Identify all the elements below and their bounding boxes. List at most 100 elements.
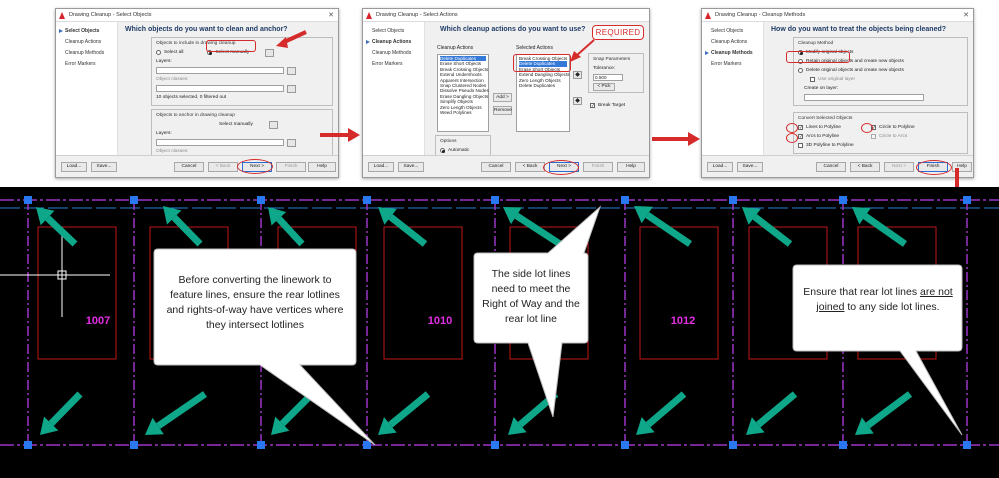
move-up-icon[interactable]: ◆ [573, 71, 582, 79]
callout-shapes [153, 205, 963, 446]
convert-group-label: Convert Selected Objects [798, 116, 853, 121]
dialog-cleanup-methods: Drawing Cleanup - Cleanup Methods ✕ Sele… [701, 8, 974, 178]
select-objects-icon[interactable] [265, 48, 275, 57]
close-icon[interactable]: ✕ [328, 11, 334, 19]
load-button[interactable]: Load... [368, 162, 394, 172]
anchor-layers-field[interactable] [156, 139, 284, 146]
autocad-logo-icon [59, 11, 66, 19]
nav-item-cleanup-actions[interactable]: Cleanup Actions [363, 37, 424, 48]
nav-item-cleanup-methods[interactable]: Cleanup Methods [363, 48, 424, 59]
select-all-radio[interactable] [156, 50, 161, 55]
list-item[interactable]: Extend Dangling Objects [519, 72, 570, 77]
highlight-modify-original [786, 51, 850, 63]
red-arrow-icon [652, 132, 700, 146]
cancel-button[interactable]: Cancel [816, 162, 846, 172]
add-button[interactable]: Add > [493, 93, 512, 102]
nav-item-error-markers[interactable]: Error Markers [702, 59, 763, 70]
delete-original-radio[interactable] [798, 68, 803, 73]
finish-button[interactable]: Finish [276, 162, 306, 172]
convert-group: Convert Selected Objects ✓ Lines to Polyl… [793, 112, 968, 154]
cancel-button[interactable]: Cancel [481, 162, 511, 172]
dialog-footer: Load... Save... Cancel < Back Next > Fin… [56, 155, 338, 177]
remove-button[interactable]: Remove [493, 106, 512, 115]
cancel-button[interactable]: Cancel [174, 162, 204, 172]
anchor-layers-label: Layers: [156, 131, 172, 136]
nav-item-select-objects[interactable]: Select Objects [56, 26, 117, 37]
highlight-next-2 [543, 160, 579, 175]
load-button[interactable]: Load... [61, 162, 87, 172]
anchor-object-classes-label: Object classes: [156, 149, 189, 154]
layers-field[interactable] [156, 67, 284, 74]
lines-to-polyline-checkbox[interactable]: ✓ [798, 125, 803, 131]
back-button[interactable]: < Back [208, 162, 238, 172]
include-status: 10 objects selected, 0 filtered out [156, 95, 227, 100]
save-button[interactable]: Save... [398, 162, 424, 172]
layer-list-icon[interactable] [287, 66, 296, 75]
object-classes-label: Object classes: [156, 77, 189, 82]
dialog-title: Drawing Cleanup - Select Objects [69, 12, 152, 18]
title-bar: Drawing Cleanup - Select Actions [363, 9, 649, 22]
drawing-canvas[interactable]: 1007 1009 1010 1012 4 Before converting … [0, 187, 999, 478]
tolerance-input[interactable]: 0.500 [593, 74, 623, 81]
save-button[interactable]: Save... [737, 162, 763, 172]
red-arrow-icon [570, 39, 595, 62]
highlight-arcs-to-polyline [786, 133, 798, 143]
anchor-select-icon[interactable] [268, 120, 278, 129]
create-on-layer-label: Create on layer: [804, 86, 839, 91]
use-original-layer-label: Use original layer [818, 77, 856, 82]
nav-item-select-objects[interactable]: Select Objects [363, 26, 424, 37]
nav-item-cleanup-methods[interactable]: Cleanup Methods [56, 48, 117, 59]
arcs-to-polyline-label: Arcs to Polyline [806, 134, 840, 139]
create-on-layer-input[interactable] [804, 94, 924, 101]
red-arrow-icon [320, 128, 360, 142]
cleanup-actions-list[interactable]: Delete Duplicates Erase Short Objects Brea… [437, 54, 489, 132]
highlight-circle-to-polyline [861, 123, 873, 133]
nav-item-error-markers[interactable]: Error Markers [56, 59, 117, 70]
finish-button[interactable]: Finish [583, 162, 613, 172]
snap-parameters-label: Snap Parameters [593, 57, 631, 62]
highlight-lines-to-polyline [786, 123, 798, 133]
object-classes-field[interactable] [156, 85, 284, 92]
break-target-row: ✓ Break Target [590, 101, 625, 110]
move-down-icon[interactable]: ◆ [573, 97, 582, 105]
highlight-finish [916, 160, 952, 175]
lines-to-polyline-label: Lines to Polyline [806, 125, 841, 130]
highlight-selected-actions [513, 54, 571, 72]
save-button[interactable]: Save... [91, 162, 117, 172]
nav-item-cleanup-methods[interactable]: Cleanup Methods [702, 48, 763, 59]
automatic-radio[interactable] [440, 148, 445, 153]
highlight-next-1 [237, 159, 273, 174]
anchor-layer-list-icon[interactable] [287, 138, 296, 147]
arcs-to-polyline-checkbox[interactable]: ✓ [798, 134, 803, 140]
list-item[interactable]: Delete Duplicates [519, 83, 567, 88]
help-button[interactable]: Help [617, 162, 645, 172]
list-item[interactable]: Extend Undershoots [440, 72, 486, 77]
dialog-footer: Load... Save... Cancel < Back Next > Fin… [363, 155, 649, 177]
polyline-3d-label: 3D Polyline to Polyline [806, 143, 854, 148]
nav-item-select-objects[interactable]: Select Objects [702, 26, 763, 37]
circle-to-arcs-label: Circle to Arcs [879, 134, 908, 139]
highlight-select-manually [206, 40, 256, 52]
pick-button[interactable]: < Pick [593, 82, 615, 91]
object-classes-icon[interactable] [287, 84, 296, 93]
nav-item-cleanup-actions[interactable]: Cleanup Actions [56, 37, 117, 48]
help-button[interactable]: Help [308, 162, 336, 172]
circle-to-arcs-checkbox[interactable] [871, 134, 876, 139]
callout-text-3: Ensure that rear lot lines are not joine… [803, 286, 953, 313]
dialog-title: Drawing Cleanup - Cleanup Methods [715, 12, 806, 18]
close-icon[interactable]: ✕ [963, 11, 969, 19]
back-button[interactable]: < Back [850, 162, 880, 172]
break-target-checkbox[interactable]: ✓ [590, 103, 595, 109]
back-button[interactable]: < Back [515, 162, 545, 172]
anchor-group-label: Objects to anchor in drawing cleanup [156, 113, 235, 118]
polyline-3d-checkbox[interactable] [798, 143, 803, 148]
circle-to-polyline-label: Circle to Polyline [879, 125, 915, 130]
title-bar: Drawing Cleanup - Cleanup Methods ✕ [702, 9, 973, 22]
nav-item-cleanup-actions[interactable]: Cleanup Actions [702, 37, 763, 48]
list-item[interactable]: Weed Polylines [440, 110, 486, 115]
selected-actions-label: Selected Actions [516, 45, 553, 51]
next-button[interactable]: Next > [884, 162, 914, 172]
load-button[interactable]: Load... [707, 162, 733, 172]
use-original-layer-checkbox[interactable] [810, 77, 815, 82]
nav-item-error-markers[interactable]: Error Markers [363, 59, 424, 70]
